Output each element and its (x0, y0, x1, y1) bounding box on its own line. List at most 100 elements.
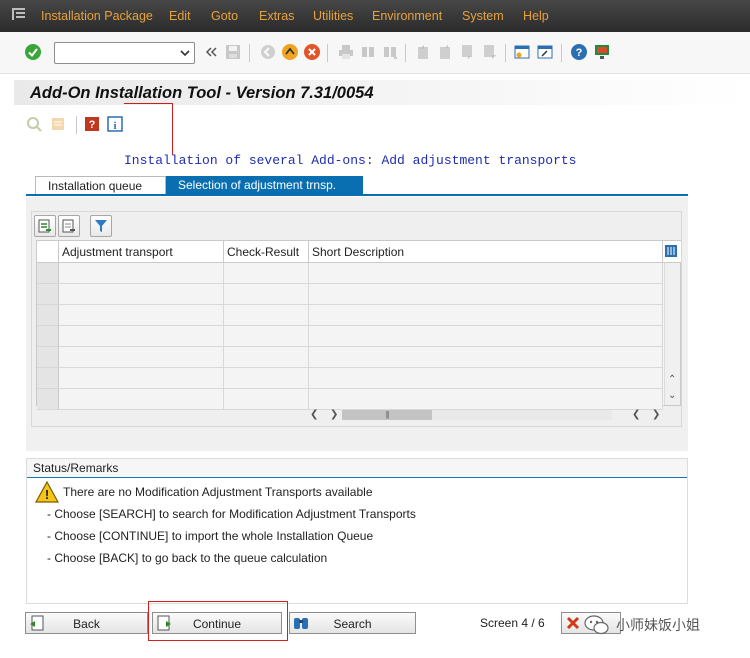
scroll-right-end-icon[interactable]: ❯ (652, 410, 660, 420)
previous-page-icon[interactable] (436, 42, 456, 62)
table-row[interactable] (37, 326, 663, 347)
print-icon[interactable] (336, 42, 356, 62)
tab-content-panel: Adjustment transport Check-Result Short … (26, 197, 688, 451)
table-cell[interactable] (59, 347, 224, 368)
menu-goto[interactable]: Goto (211, 9, 238, 23)
command-dropdown-icon[interactable] (180, 49, 190, 57)
tab-strip: Installation queue Selection of adjustme… (26, 176, 688, 196)
new-session-icon[interactable] (512, 42, 532, 62)
table-cell[interactable] (59, 284, 224, 305)
watermark: 小师妹饭小姐 (584, 612, 750, 638)
row-selector[interactable] (37, 368, 59, 389)
tab-installation-queue[interactable]: Installation queue (35, 176, 166, 194)
table-cell[interactable] (59, 326, 224, 347)
menu-help[interactable]: Help (523, 9, 549, 23)
table-cell[interactable] (224, 368, 309, 389)
row-selector-header[interactable] (37, 241, 59, 263)
table-cell[interactable] (59, 305, 224, 326)
scroll-left-icon[interactable]: ❮ (310, 410, 318, 420)
horizontal-scrollbar[interactable]: ❮ ❯ ||| ❮ ❯ (302, 406, 662, 424)
find-next-icon[interactable] (380, 42, 400, 62)
table-row[interactable] (37, 263, 663, 284)
vertical-scrollbar[interactable]: ⌃ ⌄ (664, 263, 680, 405)
table-cell[interactable] (59, 389, 224, 410)
row-selector[interactable] (37, 284, 59, 305)
collapse-icon[interactable] (201, 42, 221, 62)
table-cell[interactable] (224, 326, 309, 347)
column-header-adjustment-transport[interactable]: Adjustment transport (59, 241, 224, 263)
back-icon[interactable] (258, 42, 278, 62)
search-button[interactable]: Search (289, 612, 416, 634)
table-cell[interactable] (309, 368, 663, 389)
table-cell[interactable] (59, 368, 224, 389)
help-book-icon[interactable]: ? (82, 114, 102, 134)
column-header-check-result[interactable]: Check-Result (224, 241, 309, 263)
column-header-short-description[interactable]: Short Description (309, 241, 663, 263)
table-row[interactable] (37, 368, 663, 389)
back-button-label: Back (73, 617, 100, 631)
command-field[interactable] (54, 42, 195, 64)
row-selector[interactable] (37, 263, 59, 284)
log-icon[interactable] (48, 114, 68, 134)
scroll-right-icon[interactable]: ❯ (330, 410, 338, 420)
svg-text:i: i (113, 120, 116, 132)
sap-window: Installation Package Edit Goto Extras Ut… (0, 0, 750, 658)
system-menu-icon[interactable] (12, 8, 26, 20)
first-page-icon[interactable] (414, 42, 434, 62)
save-icon[interactable] (223, 42, 243, 62)
table-cell[interactable] (224, 305, 309, 326)
table-row[interactable] (37, 305, 663, 326)
menu-installation-package[interactable]: Installation Package (41, 9, 153, 23)
horizontal-scroll-thumb[interactable]: ||| (342, 410, 432, 420)
back-button[interactable]: Back (25, 612, 148, 634)
menu-environment[interactable]: Environment (372, 9, 442, 23)
row-selector[interactable] (37, 347, 59, 368)
exit-icon[interactable] (280, 42, 300, 62)
scroll-up-icon[interactable]: ⌃ (668, 375, 676, 385)
table-cell[interactable] (309, 326, 663, 347)
table-row[interactable] (37, 284, 663, 305)
display-icon[interactable] (24, 114, 44, 134)
table-cell[interactable] (309, 263, 663, 284)
next-page-icon[interactable] (458, 42, 478, 62)
filter-icon[interactable] (90, 215, 112, 237)
menu-system[interactable]: System (462, 9, 504, 23)
menu-utilities[interactable]: Utilities (313, 9, 353, 23)
table-cell[interactable] (309, 347, 663, 368)
enter-icon[interactable] (23, 42, 43, 62)
table-cell[interactable] (59, 263, 224, 284)
info-icon[interactable]: i (105, 114, 125, 134)
deselect-all-icon[interactable] (58, 215, 80, 237)
row-selector[interactable] (37, 326, 59, 347)
table-cell[interactable] (224, 284, 309, 305)
tab-selection-adjustment-transports[interactable]: Selection of adjustment trnsp. (166, 176, 363, 194)
table-cell[interactable] (309, 305, 663, 326)
svg-text:!: ! (45, 487, 49, 502)
table-row[interactable] (37, 347, 663, 368)
annotation-line (172, 103, 173, 155)
select-all-icon[interactable] (34, 215, 56, 237)
alv-grid-container: Adjustment transport Check-Result Short … (31, 211, 682, 427)
table-cell[interactable] (224, 347, 309, 368)
screen-subtitle: Installation of several Add-ons: Add adj… (124, 153, 577, 168)
table-cell[interactable] (224, 263, 309, 284)
scroll-down-icon[interactable]: ⌄ (668, 391, 676, 401)
status-line-back: - Choose [BACK] to go back to the queue … (47, 551, 328, 565)
menu-bar: Installation Package Edit Goto Extras Ut… (0, 0, 750, 32)
table-cell[interactable] (309, 284, 663, 305)
command-input[interactable] (57, 45, 175, 61)
menu-extras[interactable]: Extras (259, 9, 294, 23)
scroll-left-end-icon[interactable]: ❮ (632, 410, 640, 420)
row-selector[interactable] (37, 389, 59, 410)
help-icon[interactable]: ? (569, 42, 589, 62)
last-page-icon[interactable] (480, 42, 500, 62)
cancel-icon[interactable] (302, 42, 322, 62)
row-selector[interactable] (37, 305, 59, 326)
shortcut-icon[interactable] (535, 42, 555, 62)
standard-toolbar: ? (0, 32, 750, 74)
table-cell[interactable] (224, 389, 309, 410)
customize-layout-icon[interactable] (592, 42, 612, 62)
menu-edit[interactable]: Edit (169, 9, 191, 23)
find-icon[interactable] (358, 42, 378, 62)
column-layout-icon[interactable] (663, 241, 681, 263)
